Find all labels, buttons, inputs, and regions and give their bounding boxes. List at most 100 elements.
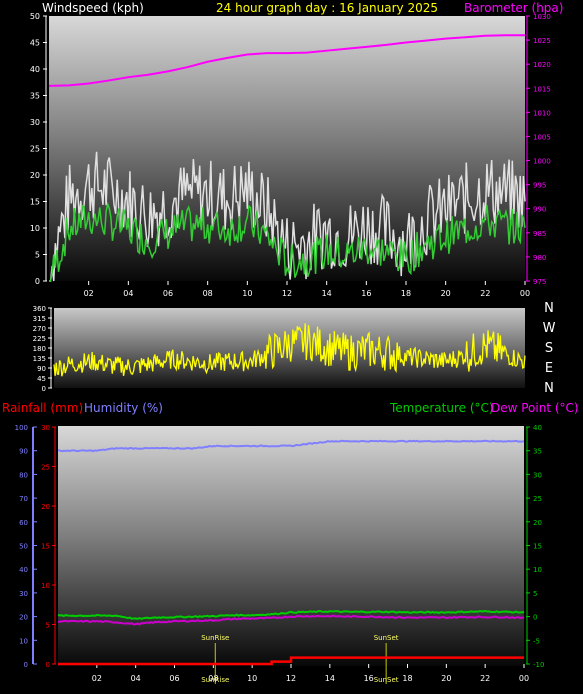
rainfall-y-tick-label: 15 xyxy=(41,543,50,551)
barometer-y-tick-label: 1020 xyxy=(533,61,551,69)
barometer-y-tick-label: 990 xyxy=(533,206,546,214)
rainfall-axis-title: Rainfall (mm) xyxy=(2,401,83,415)
direction-y-tick-label: 270 xyxy=(33,325,46,333)
climate-x-tick-label: 14 xyxy=(325,674,335,683)
wind-x-tick-label: 10 xyxy=(242,289,252,298)
climate-x-tick-label: 00 xyxy=(519,674,529,683)
barometer-y-tick-label: 1015 xyxy=(533,85,551,93)
barometer-y-tick-label: 1025 xyxy=(533,37,551,45)
humidity-y-tick-label: 40 xyxy=(19,566,28,574)
temperature-y-tick-label: -5 xyxy=(533,637,540,645)
direction-y-tick-label: 180 xyxy=(33,345,46,353)
rainfall-y-tick-label: 30 xyxy=(41,424,50,432)
temperature-y-tick-label: 20 xyxy=(533,519,542,527)
humidity-y-tick-label: 100 xyxy=(15,424,28,432)
barometer-y-tick-label: 980 xyxy=(533,254,546,262)
wind-y-tick-label: 50 xyxy=(30,12,40,21)
wind-x-tick-label: 18 xyxy=(401,289,411,298)
lower-panel-background xyxy=(58,426,524,666)
temperature-y-tick-label: 30 xyxy=(533,471,542,479)
wind-y-tick-label: 0 xyxy=(35,277,40,286)
wind-x-tick-label: 14 xyxy=(322,289,332,298)
temperature-y-tick-label: 0 xyxy=(533,614,537,622)
direction-y-tick-label: 135 xyxy=(33,355,46,363)
sunrise-marker-label: SunRise xyxy=(201,634,229,642)
temperature-y-tick-label: 35 xyxy=(533,448,542,456)
rainfall-y-tick-label: 0 xyxy=(46,661,50,669)
wind-y-tick-label: 10 xyxy=(30,224,40,233)
direction-y-tick-label: 315 xyxy=(33,315,46,323)
climate-x-tick-label: 02 xyxy=(92,674,102,683)
wind-y-tick-label: 20 xyxy=(30,171,40,180)
wind-x-tick-label: 06 xyxy=(163,289,173,298)
barometer-y-tick-label: 1005 xyxy=(533,133,551,141)
barometer-y-tick-label: 995 xyxy=(533,182,546,190)
wind-y-tick-label: 25 xyxy=(30,145,40,154)
temperature-y-tick-label: 15 xyxy=(533,543,542,551)
wind-y-tick-label: 45 xyxy=(30,39,40,48)
compass-label: E xyxy=(545,361,553,376)
humidity-y-tick-label: 80 xyxy=(19,471,28,479)
humidity-y-tick-label: 60 xyxy=(19,519,28,527)
wind-y-tick-label: 5 xyxy=(35,251,40,260)
barometer-y-tick-label: 1030 xyxy=(533,13,551,21)
direction-y-tick-label: 90 xyxy=(37,365,46,373)
rainfall-y-tick-label: 25 xyxy=(41,464,50,472)
wind-x-tick-label: 02 xyxy=(84,289,94,298)
barometer-y-tick-label: 1010 xyxy=(533,109,551,117)
humidity-y-tick-label: 30 xyxy=(19,590,28,598)
compass-label: W xyxy=(543,321,556,336)
temperature-y-tick-label: -10 xyxy=(533,661,544,669)
humidity-y-tick-label: 70 xyxy=(19,495,28,503)
wind-x-tick-label: 08 xyxy=(203,289,213,298)
temperature-axis-title: Temperature (°C) xyxy=(389,401,494,415)
barometer-y-tick-label: 985 xyxy=(533,230,546,238)
rainfall-y-tick-label: 20 xyxy=(41,503,50,511)
wind-y-tick-label: 30 xyxy=(30,118,40,127)
climate-x-tick-label: 12 xyxy=(286,674,296,683)
climate-x-tick-label: 06 xyxy=(169,674,179,683)
humidity-y-tick-label: 90 xyxy=(19,448,28,456)
sunset-axis-label: SunSet xyxy=(374,676,399,684)
rainfall-y-tick-label: 10 xyxy=(41,582,50,590)
compass-label: S xyxy=(545,341,553,356)
climate-x-tick-label: 20 xyxy=(441,674,451,683)
wind-x-tick-label: 12 xyxy=(282,289,292,298)
wind-x-tick-label: 22 xyxy=(480,289,490,298)
humidity-y-tick-label: 0 xyxy=(24,661,28,669)
dewpoint-axis-title: Dew Point (°C) xyxy=(491,401,579,415)
climate-x-tick-label: 18 xyxy=(402,674,412,683)
direction-y-tick-label: 0 xyxy=(42,385,46,393)
graph-title: 24 hour graph day : 16 January 2025 xyxy=(216,1,438,15)
weather-graph: Windspeed (kph) 24 hour graph day : 16 J… xyxy=(2,1,579,684)
wind-x-tick-label: 20 xyxy=(441,289,451,298)
direction-y-tick-label: 45 xyxy=(37,375,46,383)
direction-y-tick-label: 360 xyxy=(33,305,46,313)
climate-x-tick-label: 04 xyxy=(131,674,141,683)
humidity-y-tick-label: 20 xyxy=(19,614,28,622)
climate-x-tick-label: 22 xyxy=(480,674,490,683)
direction-y-tick-label: 225 xyxy=(33,335,46,343)
wind-x-tick-label: 16 xyxy=(361,289,371,298)
wind-y-tick-label: 40 xyxy=(30,65,40,74)
temperature-y-tick-label: 40 xyxy=(533,424,542,432)
sunrise-axis-label: SunRise xyxy=(201,676,229,684)
sunset-marker-label: SunSet xyxy=(374,634,399,642)
wind-y-tick-label: 35 xyxy=(30,92,40,101)
compass-label: N xyxy=(544,381,554,396)
humidity-y-tick-label: 50 xyxy=(19,543,28,551)
climate-x-tick-label: 16 xyxy=(364,674,374,683)
compass-label: N xyxy=(544,301,554,316)
wind-x-tick-label: 00 xyxy=(520,289,530,298)
humidity-y-tick-label: 10 xyxy=(19,637,28,645)
temperature-y-tick-label: 10 xyxy=(533,566,542,574)
temperature-y-tick-label: 25 xyxy=(533,495,542,503)
rainfall-y-tick-label: 5 xyxy=(46,622,50,630)
temperature-y-tick-label: 5 xyxy=(533,590,537,598)
windspeed-axis-title: Windspeed (kph) xyxy=(42,1,144,15)
climate-x-tick-label: 10 xyxy=(247,674,257,683)
wind-y-tick-label: 15 xyxy=(30,198,40,207)
barometer-y-tick-label: 1000 xyxy=(533,158,551,166)
barometer-y-tick-label: 975 xyxy=(533,278,546,286)
humidity-axis-title: Humidity (%) xyxy=(84,401,163,415)
